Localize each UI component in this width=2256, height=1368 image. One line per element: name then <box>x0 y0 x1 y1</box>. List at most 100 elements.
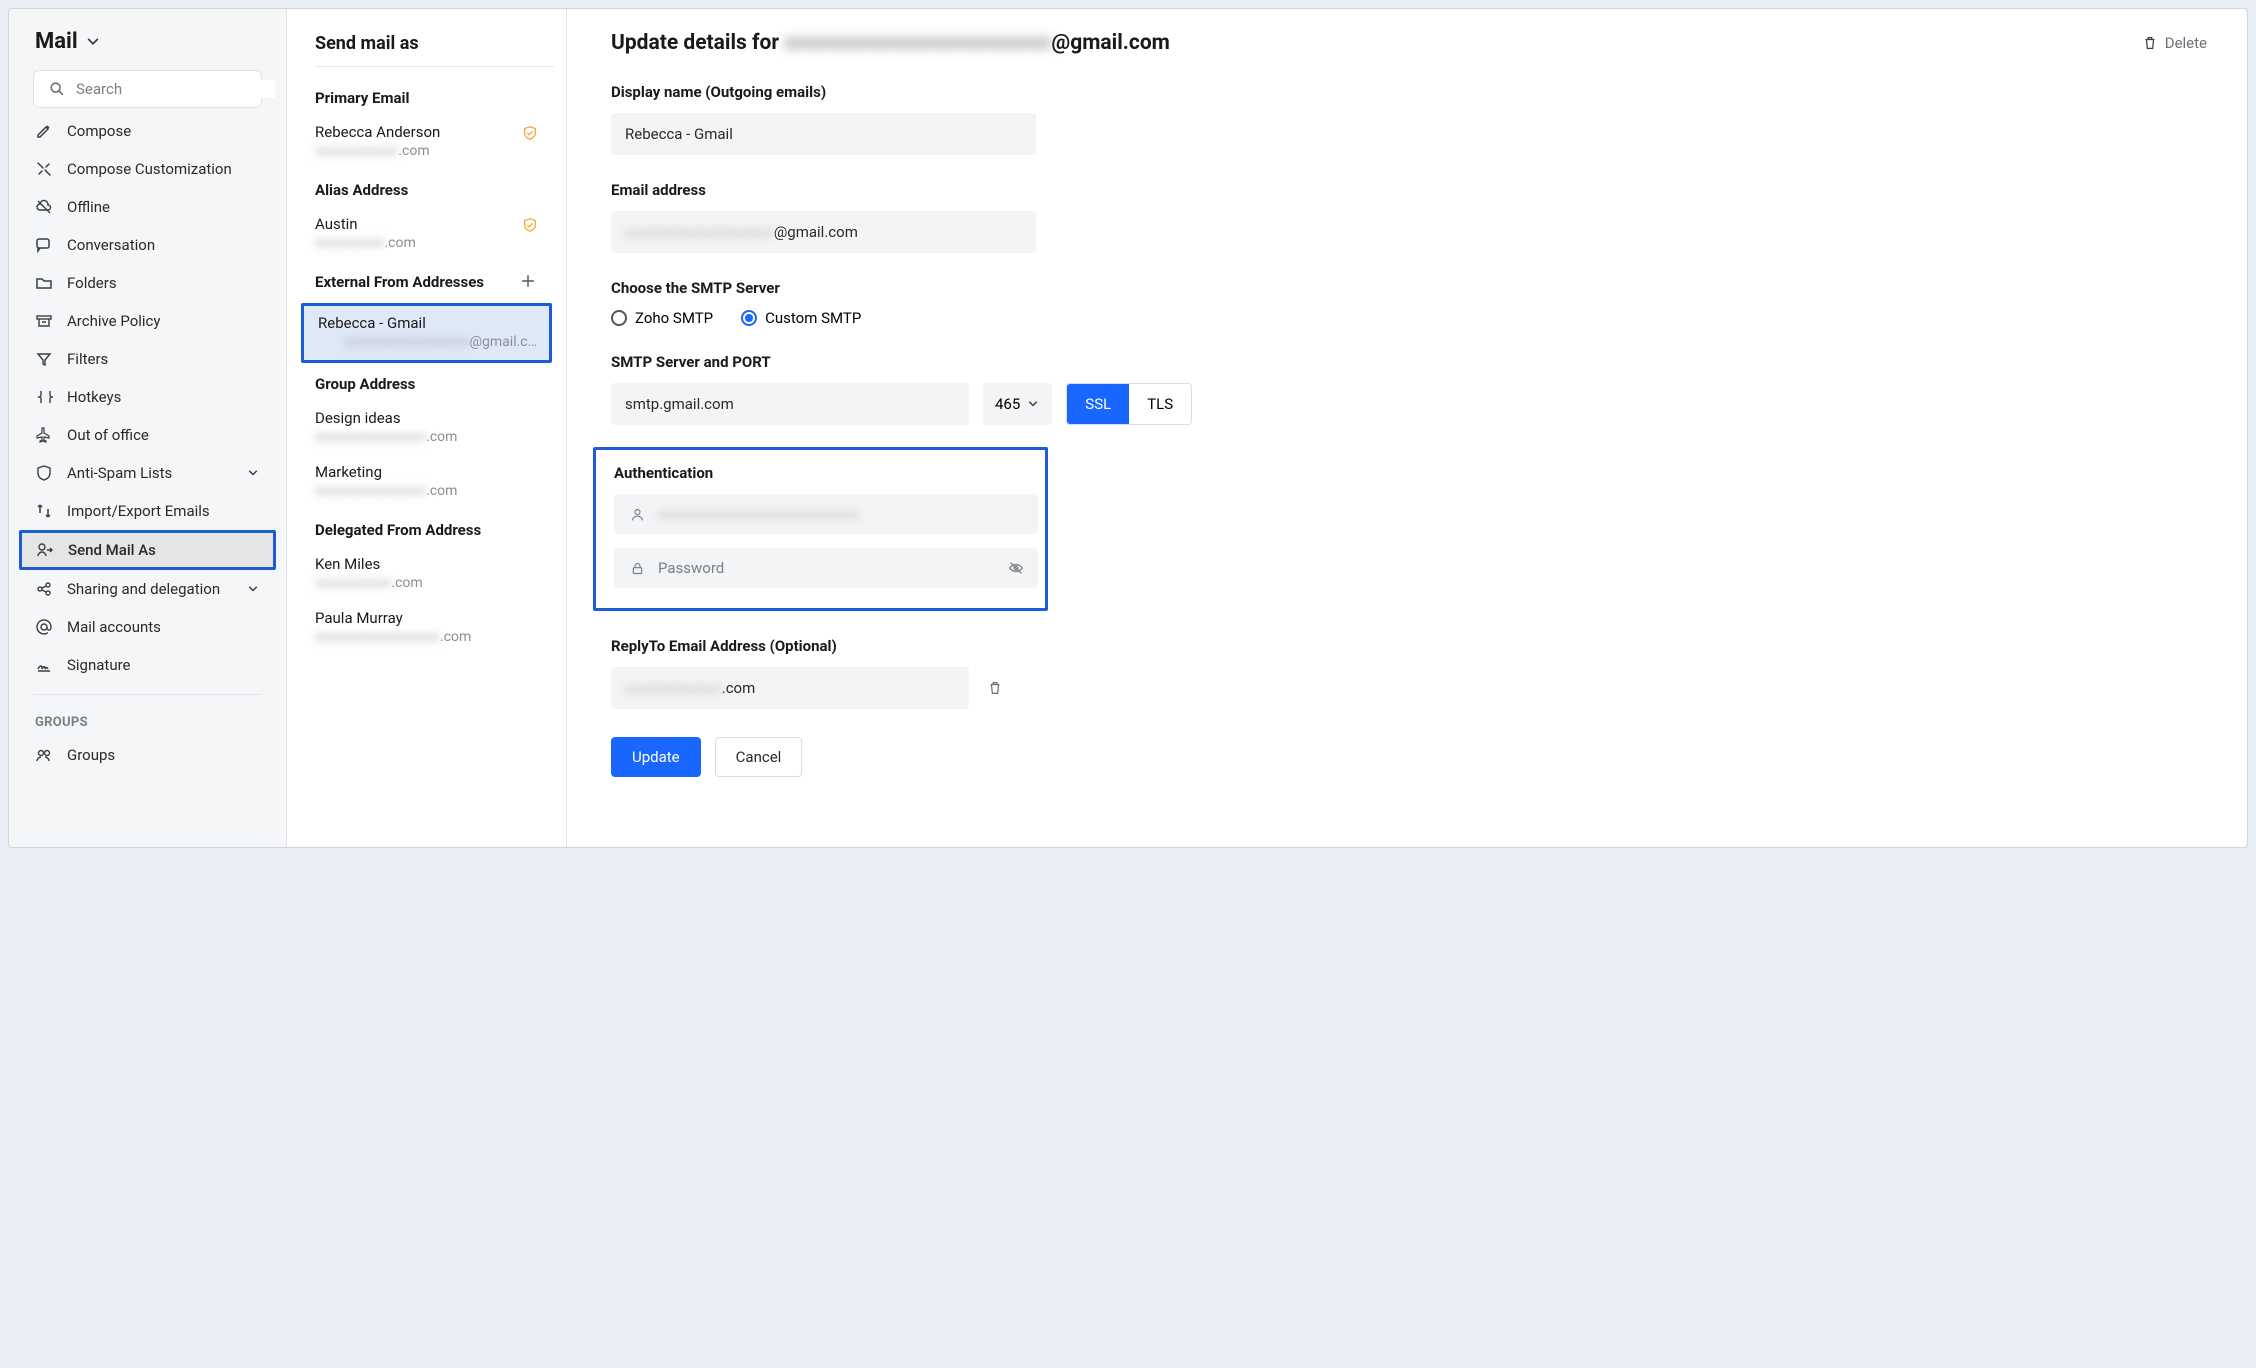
divider <box>33 694 262 695</box>
authentication-section: Authentication xxxxxxxxxxxxxxxxxxxxxxxxx… <box>593 447 1048 611</box>
nav-signature[interactable]: Signature <box>9 646 286 684</box>
keyboard-icon <box>35 388 53 406</box>
search-icon <box>48 80 66 98</box>
update-button[interactable]: Update <box>611 737 701 777</box>
chevron-down-icon <box>1026 397 1040 411</box>
entry-email: xxxxxxxxxxxxxxxxxx.com <box>315 629 554 645</box>
entry-email: xxxxxxxxxxxxxxxx.com <box>315 483 554 499</box>
delegated-entry[interactable]: Ken Miles xxxxxxxxxxx.com <box>315 551 554 605</box>
chevron-down-icon <box>246 466 260 480</box>
radio-icon <box>611 310 627 326</box>
customize-icon <box>35 160 53 178</box>
search-box[interactable] <box>33 70 262 108</box>
nav-filters[interactable]: Filters <box>9 340 286 378</box>
nav-import-export[interactable]: Import/Export Emails <box>9 492 286 530</box>
lock-icon <box>628 559 646 577</box>
auth-password-input[interactable]: Password <box>614 548 1038 588</box>
entry-email: xxxxxxxxxxxxxxxx.com <box>315 429 554 445</box>
entry-email: xxxxxxxxxx.com <box>315 235 554 251</box>
detail-title: Update details for xxxxxxxxxxxxxxxxxxxxx… <box>611 31 1170 55</box>
verified-icon <box>522 217 538 233</box>
external-heading: External From Addresses <box>315 273 554 291</box>
cancel-button[interactable]: Cancel <box>715 737 803 777</box>
brand-selector[interactable]: Mail <box>9 9 286 70</box>
security-toggle: SSL TLS <box>1066 383 1192 425</box>
verified-icon <box>522 125 538 141</box>
nav-list: Compose Compose Customization Offline Co… <box>9 122 286 847</box>
delegated-heading: Delegated From Address <box>315 521 554 539</box>
external-entry-selected[interactable]: Rebecca - Gmail xxxxxxxxxxxxxxxxxx@gmail… <box>301 303 552 363</box>
group-entry[interactable]: Marketing xxxxxxxxxxxxxxxx.com <box>315 459 554 513</box>
entry-name: Marketing <box>315 463 554 481</box>
delete-button[interactable]: Delete <box>2141 34 2207 52</box>
archive-icon <box>35 312 53 330</box>
entry-name: Design ideas <box>315 409 554 427</box>
nav-compose[interactable]: Compose <box>9 122 286 150</box>
groups-section-label: GROUPS <box>9 705 286 736</box>
nav-mail-accounts[interactable]: Mail accounts <box>9 608 286 646</box>
filter-icon <box>35 350 53 368</box>
plane-icon <box>35 426 53 444</box>
smtp-host-input[interactable] <box>611 383 969 425</box>
nav-archive-policy[interactable]: Archive Policy <box>9 302 286 340</box>
search-input[interactable] <box>76 80 275 98</box>
radio-zoho-smtp[interactable]: Zoho SMTP <box>611 309 713 327</box>
primary-email-heading: Primary Email <box>315 89 554 107</box>
auth-username-input[interactable]: xxxxxxxxxxxxxxxxxxxxxxxxxxx <box>614 494 1038 534</box>
remove-reply-to-button[interactable] <box>987 680 1003 696</box>
send-as-icon <box>36 541 54 559</box>
chevron-down-icon <box>86 35 100 49</box>
compose-icon <box>35 122 53 140</box>
at-icon <box>35 618 53 636</box>
radio-custom-smtp[interactable]: Custom SMTP <box>741 309 861 327</box>
signature-icon <box>35 656 53 674</box>
tls-button[interactable]: TLS <box>1129 384 1191 424</box>
port-select[interactable]: 465 <box>983 383 1052 425</box>
chevron-down-icon <box>246 582 260 596</box>
reply-to-input[interactable]: xxxxxxxxxxxxx.com <box>611 667 969 709</box>
alias-entry[interactable]: Austin xxxxxxxxxx.com <box>315 211 554 265</box>
shield-icon <box>35 464 53 482</box>
brand-title: Mail <box>35 29 78 54</box>
entry-name: Ken Miles <box>315 555 554 573</box>
entry-name: Austin <box>315 215 554 233</box>
display-name-input[interactable] <box>611 113 1036 155</box>
cloud-off-icon <box>35 198 53 216</box>
group-entry[interactable]: Design ideas xxxxxxxxxxxxxxxx.com <box>315 405 554 459</box>
entry-email: xxxxxxxxxxx.com <box>315 575 554 591</box>
mid-title: Send mail as <box>315 33 554 67</box>
nav-sharing[interactable]: Sharing and delegation <box>9 570 286 608</box>
reply-to-label: ReplyTo Email Address (Optional) <box>611 637 2207 655</box>
nav-compose-customization[interactable]: Compose Customization <box>9 150 286 188</box>
chat-icon <box>35 236 53 254</box>
nav-groups[interactable]: Groups <box>9 736 286 774</box>
nav-offline[interactable]: Offline <box>9 188 286 226</box>
server-port-label: SMTP Server and PORT <box>611 353 2207 371</box>
group-heading: Group Address <box>315 375 554 393</box>
nav-conversation[interactable]: Conversation <box>9 226 286 264</box>
share-icon <box>35 580 53 598</box>
nav-anti-spam[interactable]: Anti-Spam Lists <box>9 454 286 492</box>
nav-folders[interactable]: Folders <box>9 264 286 302</box>
smtp-choice-label: Choose the SMTP Server <box>611 279 2207 297</box>
auth-label: Authentication <box>614 464 1027 482</box>
toggle-password-icon[interactable] <box>1008 560 1024 576</box>
folder-icon <box>35 274 53 292</box>
entry-name: Rebecca Anderson <box>315 123 554 141</box>
email-input[interactable]: xxxxxxxxxxxxxxxxxxxx@gmail.com <box>611 211 1036 253</box>
trash-icon <box>2141 34 2159 52</box>
display-name-label: Display name (Outgoing emails) <box>611 83 2207 101</box>
nav-send-mail-as[interactable]: Send Mail As <box>19 530 276 570</box>
nav-out-of-office[interactable]: Out of office <box>9 416 286 454</box>
add-external-button[interactable] <box>520 273 538 291</box>
email-label: Email address <box>611 181 2207 199</box>
delegated-entry[interactable]: Paula Murray xxxxxxxxxxxxxxxxxx.com <box>315 605 554 659</box>
primary-email-entry[interactable]: Rebecca Anderson xxxxxxxxxxxx.com <box>315 119 554 173</box>
detail-panel: Update details for xxxxxxxxxxxxxxxxxxxxx… <box>567 9 2247 847</box>
alias-heading: Alias Address <box>315 181 554 199</box>
entry-email: xxxxxxxxxxxxxxxxxx@gmail.c… <box>318 334 537 350</box>
nav-hotkeys[interactable]: Hotkeys <box>9 378 286 416</box>
sidebar: Mail Compose Compose Customization <box>9 9 287 847</box>
ssl-button[interactable]: SSL <box>1067 384 1129 424</box>
people-icon <box>35 746 53 764</box>
